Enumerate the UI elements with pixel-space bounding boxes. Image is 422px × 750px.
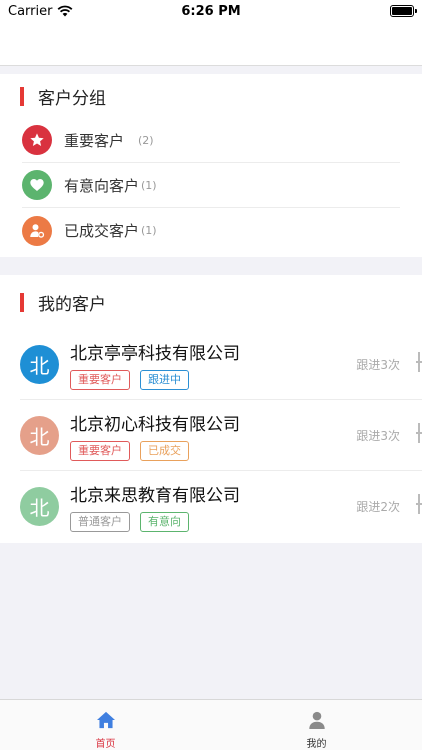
customer-item[interactable]: 北 北京亭亭科技有限公司 重要客户 跟进中 跟进3次 [20,329,422,400]
person-icon [308,711,325,729]
customer-item[interactable]: 北 北京初心科技有限公司 重要客户 已成交 跟进3次 [20,400,422,471]
group-item-closed-deal[interactable]: 已成交客户 (1) [22,208,400,253]
home-icon [96,711,115,729]
my-customers-section: 我的客户 北 北京亭亭科技有限公司 重要客户 跟进中 跟进3次 北 北京初心科技… [0,275,422,543]
status-tag: 有意向 [140,512,189,532]
followup-count: 跟进3次 [356,429,400,443]
swipe-handle-icon[interactable] [416,423,422,443]
customer-item[interactable]: 北 北京来思教育有限公司 普通客户 有意向 跟进2次 [20,471,422,542]
heart-icon [22,170,52,200]
battery-icon [390,5,417,17]
swipe-handle-icon[interactable] [416,494,422,514]
customers-title: 我的客户 [38,294,106,315]
status-tag: 已成交 [140,440,189,461]
avatar: 北 [20,415,59,455]
groups-title: 客户分组 [38,88,106,109]
carrier-label: Carrier [8,3,53,19]
groups-header: 客户分组 [0,74,422,118]
status-left: Carrier [8,4,73,19]
customer-type-tag: 普通客户 [70,512,130,532]
tag-list: 普通客户 有意向 [70,512,422,532]
tab-mine-label: 我的 [306,739,327,750]
tab-home[interactable]: 首页 [0,700,211,750]
group-count: (2) [138,133,154,147]
status-tag: 跟进中 [140,369,189,390]
avatar: 北 [20,344,59,384]
customer-type-tag: 重要客户 [70,369,130,390]
group-count: (1) [141,178,157,192]
navigation-bar [0,22,422,66]
tab-mine[interactable]: 我的 [211,700,422,750]
group-label: 有意向客户 [64,176,140,195]
group-label: 已成交客户 [64,222,140,240]
avatar: 北 [20,487,59,526]
tab-bar: 首页 我的 [0,699,422,750]
followup-count: 跟进3次 [356,358,400,372]
wifi-icon [58,5,73,17]
tab-home-label: 首页 [95,739,116,750]
customer-groups-section: 客户分组 重要客户 (2) 有意向客户 (1) 已成交客户 (1) [0,74,422,257]
section-accent-bar [20,86,24,106]
group-label: 重要客户 [64,131,125,150]
star-icon [22,125,52,155]
status-bar: Carrier 6:26 PM [0,0,422,22]
customers-header: 我的客户 [0,275,422,329]
user-deal-icon [22,215,52,246]
group-count: (1) [141,224,157,237]
followup-count: 跟进2次 [356,500,400,514]
group-item-important[interactable]: 重要客户 (2) [22,118,400,163]
group-item-interested[interactable]: 有意向客户 (1) [22,163,400,208]
swipe-handle-icon[interactable] [416,352,422,372]
customer-type-tag: 重要客户 [70,440,130,461]
section-accent-bar [20,292,24,312]
